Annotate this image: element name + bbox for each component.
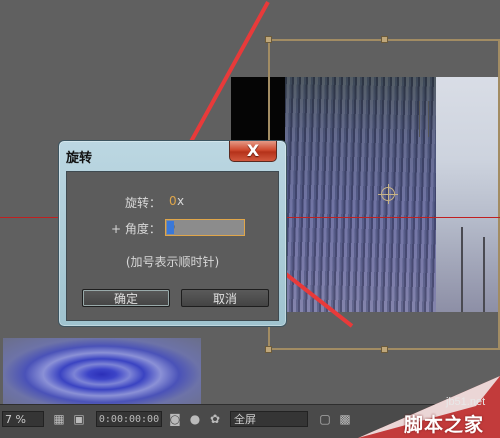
resolution-dropdown[interactable]: 全屏 (230, 411, 308, 427)
transform-handle[interactable] (265, 346, 272, 353)
text-selection-highlight (167, 221, 174, 234)
rotation-label: 旋转： (125, 196, 162, 210)
dialog-body: 旋转： 0 x + 角度： (加号表示顺时针) 确定 取消 (66, 171, 279, 321)
timecode-display[interactable]: 0:00:00:00 (96, 411, 162, 427)
camera-icon[interactable]: ◙ (168, 412, 182, 426)
region-icon[interactable]: ▣ (72, 412, 86, 426)
cancel-button[interactable]: 取消 (181, 289, 269, 307)
transparency-grid-icon[interactable]: ▩ (338, 412, 352, 426)
close-button[interactable]: X (229, 141, 277, 162)
grid-icon[interactable]: ▦ (52, 412, 66, 426)
clockwise-hint: (加号表示顺时针) (125, 255, 220, 269)
watermark-brand: 脚本之家 (404, 414, 485, 436)
zoom-dropdown[interactable]: 7 % (2, 411, 44, 427)
rotate-dialog: 旋转 X 旋转： 0 x + 角度： (加号表示顺时针) 确定 取消 (58, 140, 287, 327)
transform-handle[interactable] (381, 346, 388, 353)
rotation-count-unit: x (177, 194, 185, 208)
rotation-count-value[interactable]: 0 (169, 194, 177, 208)
watermark-site: jb51.net (446, 396, 486, 408)
color-channel-icon[interactable]: ✿ (208, 412, 222, 426)
dialog-title: 旋转 (66, 151, 93, 166)
anchor-point-icon[interactable] (378, 184, 398, 204)
angle-label: + 角度： (111, 222, 161, 236)
transform-handle[interactable] (265, 36, 272, 43)
close-icon: X (246, 141, 260, 160)
dialog-title-bar[interactable]: 旋转 X (59, 141, 286, 169)
swirl-thumbnail (3, 338, 201, 404)
ok-button[interactable]: 确定 (82, 289, 170, 307)
angle-input[interactable] (165, 219, 245, 236)
user-icon[interactable]: ● (188, 412, 202, 426)
transform-handle[interactable] (381, 36, 388, 43)
region-of-interest-icon[interactable]: ▢ (318, 412, 332, 426)
